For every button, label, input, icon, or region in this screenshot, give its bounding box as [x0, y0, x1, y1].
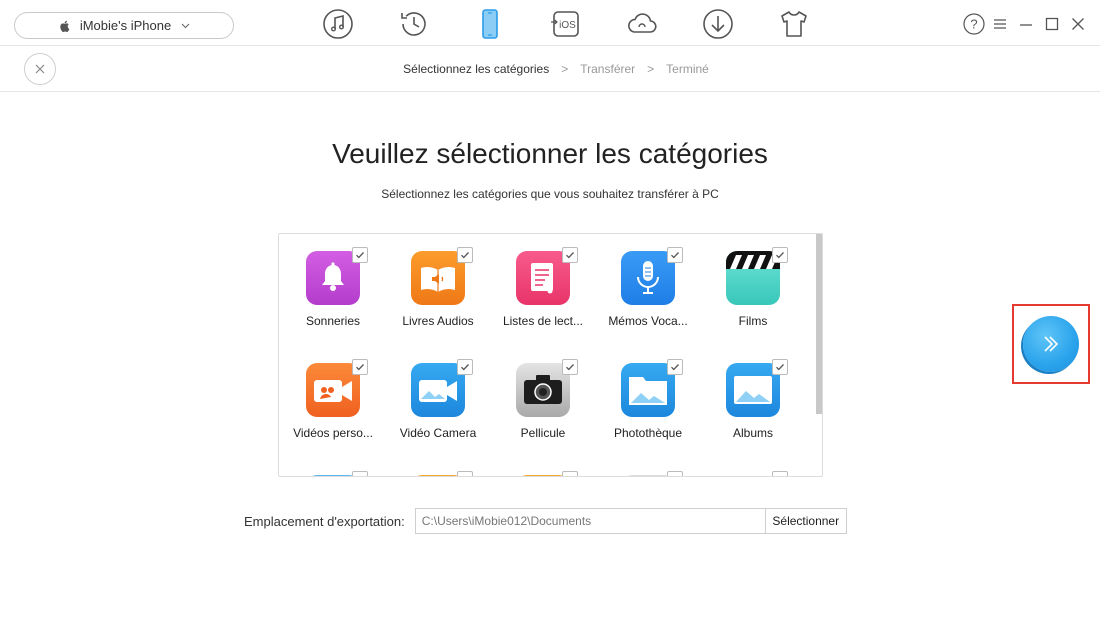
step-separator: > [561, 62, 569, 76]
step-bar: Sélectionnez les catégories > Transférer… [0, 46, 1100, 92]
category-camera-roll[interactable]: Pellicule [489, 346, 594, 446]
minimize-icon [1020, 24, 1032, 26]
category-checkbox[interactable] [667, 359, 683, 375]
category-checkbox[interactable] [667, 471, 683, 476]
nav-device[interactable] [452, 5, 528, 43]
history-icon [401, 12, 426, 36]
hamburger-icon [994, 19, 1006, 29]
category-audiobooks[interactable]: Livres Audios [384, 234, 489, 334]
category-checkbox[interactable] [772, 471, 788, 476]
top-toolbar: iMobie's iPhone iOS ? [0, 0, 1100, 46]
category-partial[interactable] [489, 458, 594, 476]
to-ios-label: iOS [559, 20, 576, 31]
window-controls: ? [960, 12, 1090, 36]
next-button-highlight [1012, 304, 1090, 384]
category-checkbox[interactable] [457, 247, 473, 263]
close-icon [1072, 18, 1084, 30]
category-label: Listes de lect... [502, 314, 584, 328]
help-icon: ? [963, 13, 985, 35]
minimize-button[interactable] [1014, 12, 1038, 36]
nav-cloud[interactable] [604, 5, 680, 43]
maximize-icon [1045, 17, 1059, 31]
category-checkbox[interactable] [352, 247, 368, 263]
export-location-label: Emplacement d'exportation: [244, 513, 405, 529]
category-movies[interactable]: Films [699, 234, 804, 334]
step-done: Terminé [666, 62, 709, 76]
category-albums[interactable]: Albums [699, 346, 804, 446]
category-checkbox[interactable] [667, 247, 683, 263]
category-ringtones[interactable]: Sonneries [279, 234, 384, 334]
category-label: Pellicule [520, 426, 566, 440]
category-partial[interactable] [594, 458, 699, 476]
grid-scrollbar[interactable] [816, 234, 822, 414]
category-partial[interactable] [279, 458, 384, 476]
next-button[interactable] [1023, 316, 1079, 372]
nav-download[interactable] [680, 5, 756, 43]
category-checkbox[interactable] [562, 247, 578, 263]
category-label: Vidéo Camera [399, 426, 477, 440]
category-voice-memos[interactable]: Mémos Voca... [594, 234, 699, 334]
nav-music[interactable] [300, 5, 376, 43]
menu-button[interactable] [988, 12, 1012, 36]
category-playlists[interactable]: Listes de lect... [489, 234, 594, 334]
nav-history[interactable] [376, 5, 452, 43]
breadcrumb: Sélectionnez les catégories > Transférer… [0, 46, 1100, 92]
category-label: Albums [732, 426, 773, 440]
category-home-videos[interactable]: Vidéos perso... [279, 346, 384, 446]
step-separator: > [647, 62, 655, 76]
category-label: Mémos Voca... [608, 314, 688, 328]
page-subtitle: Sélectionnez les catégories que vous sou… [381, 187, 719, 201]
category-checkbox[interactable] [457, 471, 473, 476]
main-nav: iOS [300, 5, 832, 43]
category-checkbox[interactable] [772, 247, 788, 263]
help-button[interactable]: ? [962, 12, 986, 36]
category-label: Livres Audios [402, 314, 474, 328]
category-partial[interactable] [699, 458, 804, 476]
to-ios-icon: iOS [551, 11, 579, 37]
double-chevron-right-icon [1044, 336, 1059, 352]
download-icon [703, 9, 733, 39]
close-icon [35, 64, 45, 74]
tshirt-icon [781, 11, 807, 37]
category-checkbox[interactable] [772, 359, 788, 375]
category-checkbox[interactable] [457, 359, 473, 375]
step-transfer: Transférer [580, 62, 636, 76]
device-selector[interactable]: iMobie's iPhone [14, 12, 234, 39]
category-camera-videos[interactable]: Vidéo Camera [384, 346, 489, 446]
select-folder-button[interactable]: Sélectionner [764, 508, 847, 534]
cancel-button[interactable] [24, 53, 56, 85]
step-select-categories: Sélectionnez les catégories [403, 62, 550, 76]
close-window-button[interactable] [1066, 12, 1090, 36]
phone-icon [482, 9, 498, 39]
category-photo-library[interactable]: Photothèque [594, 346, 699, 446]
maximize-button[interactable] [1040, 12, 1064, 36]
help-label: ? [970, 17, 977, 32]
category-label: Photothèque [613, 426, 683, 440]
page-title: Veuillez sélectionner les catégories [332, 138, 768, 169]
category-checkbox[interactable] [352, 359, 368, 375]
apple-icon [60, 20, 70, 32]
category-grid: Sonneries Livres Audios Listes de lect..… [278, 233, 823, 477]
device-name: iMobie's iPhone [79, 18, 172, 33]
category-label: Vidéos perso... [293, 426, 373, 440]
cloud-icon [628, 13, 657, 33]
export-location-row: Emplacement d'exportation: Sélectionner [244, 508, 847, 534]
category-checkbox[interactable] [352, 471, 368, 476]
music-icon [323, 9, 353, 39]
category-checkbox[interactable] [562, 471, 578, 476]
chevron-down-icon [181, 23, 190, 29]
category-partial[interactable] [384, 458, 489, 476]
category-label: Films [738, 314, 768, 328]
nav-skin[interactable] [756, 5, 832, 43]
category-checkbox[interactable] [562, 359, 578, 375]
category-label: Sonneries [305, 314, 361, 328]
export-path-input[interactable] [414, 508, 765, 534]
nav-to-ios[interactable]: iOS [528, 5, 604, 43]
